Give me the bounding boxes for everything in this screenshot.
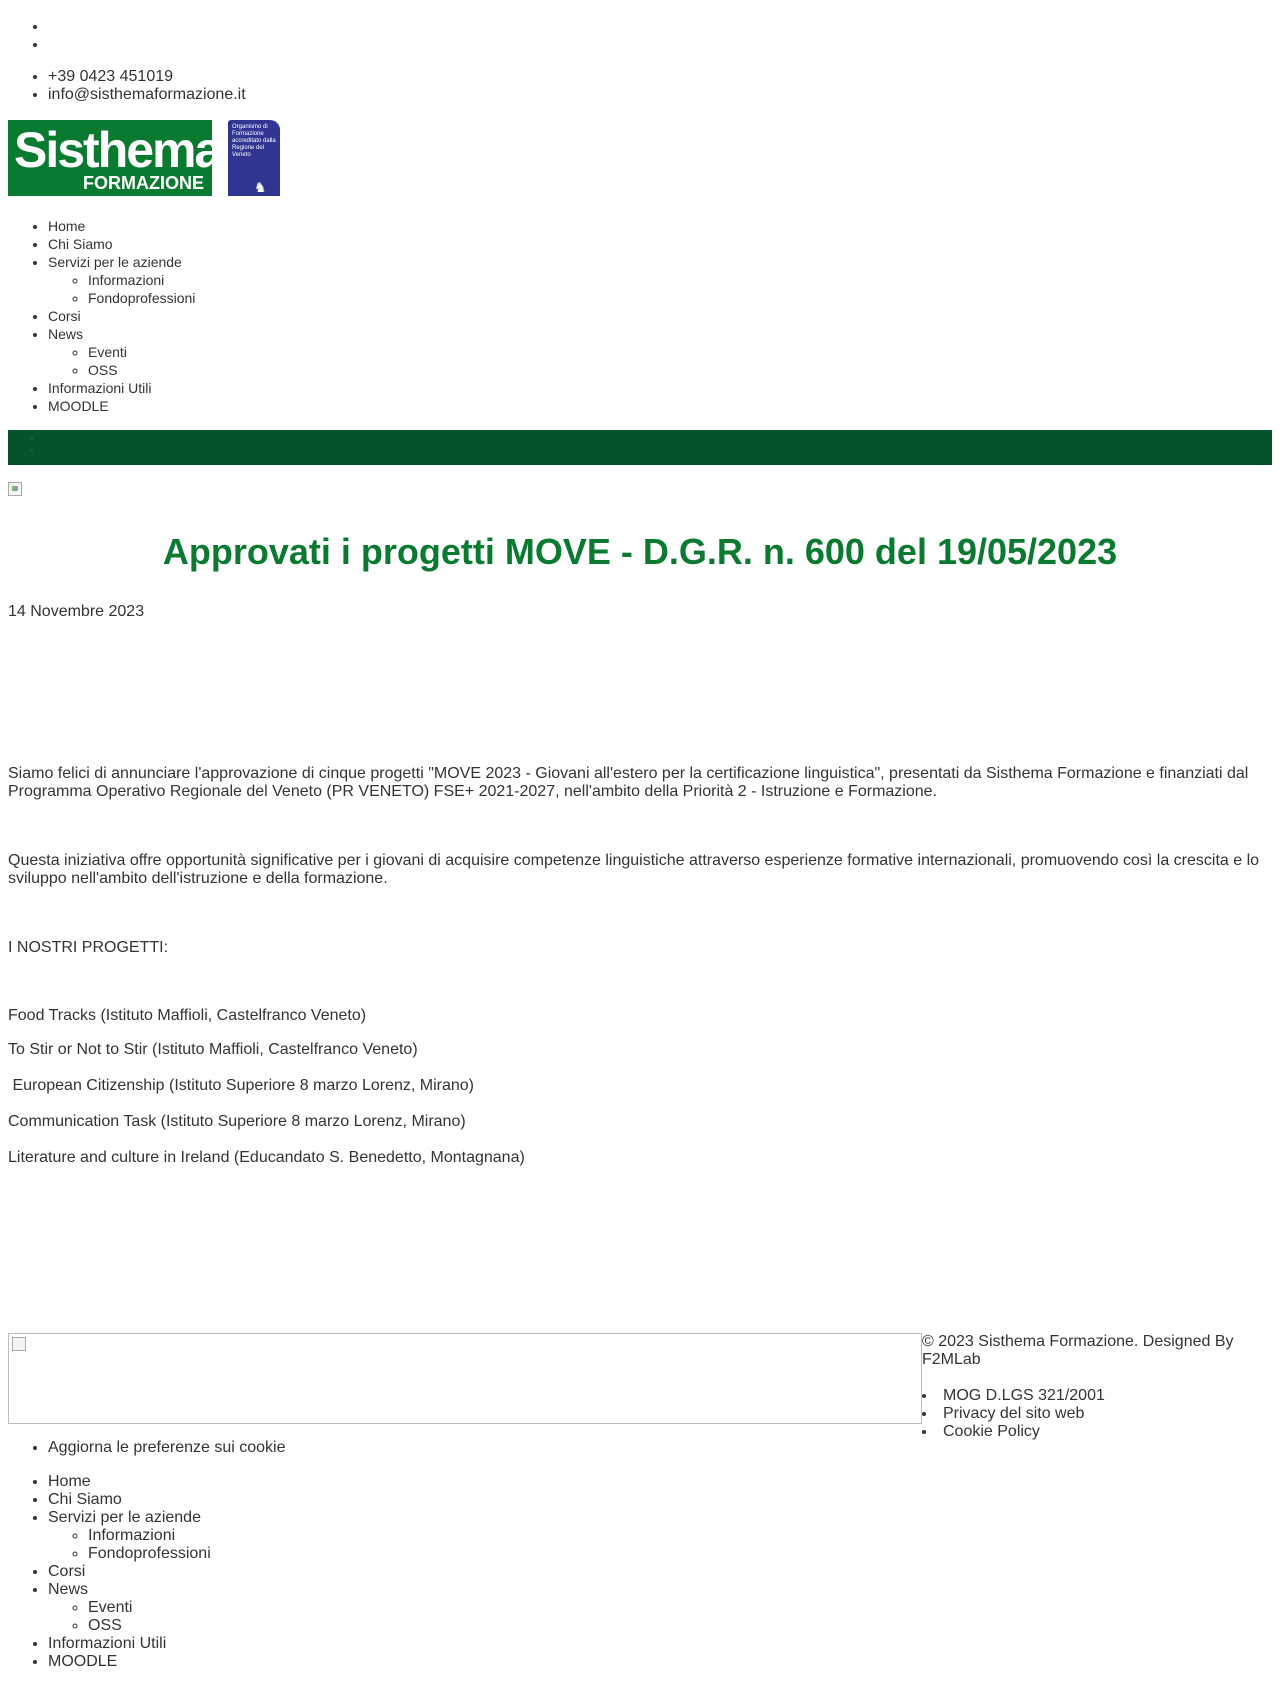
social-link-1[interactable] bbox=[48, 18, 448, 36]
logo-subtitle: FORMAZIONE bbox=[83, 173, 204, 193]
footer-nav-item-informazioni-utili[interactable]: Informazioni Utili bbox=[48, 1635, 548, 1653]
social-link-2[interactable] bbox=[48, 36, 448, 54]
nav-link-corsi[interactable]: Corsi bbox=[48, 308, 81, 324]
footer-nav-item-moodle[interactable]: MOODLE bbox=[48, 1653, 548, 1671]
nav-subitem-oss[interactable]: OSS bbox=[88, 361, 448, 379]
projects-heading: I NOSTRI PROGETTI: bbox=[8, 939, 169, 956]
nav-submenu-servizi: Informazioni Fondoprofessioni bbox=[48, 271, 448, 307]
page-title: Approvati i progetti MOVE - D.G.R. n. 60… bbox=[162, 531, 1118, 572]
project-item: Literature and culture in Ireland (Educa… bbox=[8, 1149, 525, 1166]
footer-link-informazioni-utili[interactable]: Informazioni Utili bbox=[48, 1635, 166, 1652]
contact-list: +39 0423 451019 info@sisthemaformazione.… bbox=[8, 68, 448, 104]
broken-image-icon bbox=[8, 482, 22, 496]
footer-submenu-servizi: Informazioni Fondoprofessioni bbox=[48, 1527, 548, 1563]
footer-link-servizi[interactable]: Servizi per le aziende bbox=[48, 1509, 201, 1526]
nav-link-eventi[interactable]: Eventi bbox=[88, 344, 127, 360]
main-nav: Home Chi Siamo Servizi per le aziende In… bbox=[8, 217, 448, 415]
legal-link-cookie[interactable]: Cookie Policy bbox=[922, 1423, 1262, 1441]
cookie-preferences-link[interactable]: Aggiorna le preferenze sui cookie bbox=[48, 1439, 548, 1457]
nav-subitem-eventi[interactable]: Eventi bbox=[88, 343, 448, 361]
footer-image bbox=[8, 1333, 922, 1424]
legal-link-privacy[interactable]: Privacy del sito web bbox=[922, 1405, 1262, 1423]
nav-link-servizi[interactable]: Servizi per le aziende bbox=[48, 254, 182, 270]
nav-item-corsi[interactable]: Corsi bbox=[48, 307, 448, 325]
footer-link-eventi[interactable]: Eventi bbox=[88, 1599, 132, 1616]
footer-subitem-fondoprofessioni[interactable]: Fondoprofessioni bbox=[88, 1545, 548, 1563]
nav-item-home[interactable]: Home bbox=[48, 217, 448, 235]
footer-link-corsi[interactable]: Corsi bbox=[48, 1563, 85, 1580]
accreditation-badge: Organismo di Formazione accreditato dall… bbox=[228, 120, 280, 196]
article-paragraph: Questa iniziativa offre opportunità sign… bbox=[8, 852, 1260, 887]
project-item: To Stir or Not to Stir (Istituto Maffiol… bbox=[8, 1041, 418, 1058]
footer-subitem-oss[interactable]: OSS bbox=[88, 1617, 548, 1635]
footer-subitem-eventi[interactable]: Eventi bbox=[88, 1599, 548, 1617]
footer-nav-item-corsi[interactable]: Corsi bbox=[48, 1563, 548, 1581]
nav-item-informazioni-utili[interactable]: Informazioni Utili bbox=[48, 379, 448, 397]
footer-nav-item-home[interactable]: Home bbox=[48, 1473, 548, 1491]
legal-link-mog[interactable]: MOG D.LGS 321/2001 bbox=[922, 1387, 1262, 1405]
footer-nav-item-chi-siamo[interactable]: Chi Siamo bbox=[48, 1491, 548, 1509]
footer-link-chi-siamo[interactable]: Chi Siamo bbox=[48, 1491, 122, 1508]
badge-text: Organismo di Formazione accreditato dall… bbox=[232, 124, 276, 158]
project-item: Communication Task (Istituto Superiore 8… bbox=[8, 1113, 466, 1130]
project-item: Food Tracks (Istituto Maffioli, Castelfr… bbox=[8, 1007, 367, 1024]
link-privacy[interactable]: Privacy del sito web bbox=[943, 1405, 1084, 1422]
broken-image-icon bbox=[12, 1337, 26, 1351]
article-paragraph: Siamo felici di annunciare l'approvazion… bbox=[8, 765, 1249, 800]
footer-link-news[interactable]: News bbox=[48, 1581, 88, 1598]
nav-link-informazioni[interactable]: Informazioni bbox=[88, 272, 164, 288]
nav-link-fondoprofessioni[interactable]: Fondoprofessioni bbox=[88, 290, 195, 306]
nav-item-chi-siamo[interactable]: Chi Siamo bbox=[48, 235, 448, 253]
footer-subitem-informazioni[interactable]: Informazioni bbox=[88, 1527, 548, 1545]
nav-link-chi-siamo[interactable]: Chi Siamo bbox=[48, 236, 113, 252]
footer-link-home[interactable]: Home bbox=[48, 1473, 91, 1490]
footer-nav-item-news[interactable]: News Eventi OSS bbox=[48, 1581, 548, 1635]
article-date: 14 Novembre 2023 bbox=[8, 603, 145, 620]
footer-link-moodle[interactable]: MOODLE bbox=[48, 1653, 117, 1670]
footer-link-oss[interactable]: OSS bbox=[88, 1617, 122, 1634]
nav-link-home[interactable]: Home bbox=[48, 218, 85, 234]
contact-email[interactable]: info@sisthemaformazione.it bbox=[48, 86, 448, 104]
legal-links: MOG D.LGS 321/2001 Privacy del sito web … bbox=[922, 1387, 1262, 1441]
footer-link-informazioni[interactable]: Informazioni bbox=[88, 1527, 175, 1544]
breadcrumb-bullets: • • bbox=[30, 434, 34, 457]
social-links-list bbox=[8, 18, 448, 54]
footer-nav: Home Chi Siamo Servizi per le aziende In… bbox=[8, 1473, 548, 1671]
logo-wordmark: Sisthema bbox=[14, 122, 222, 178]
page-banner: • • bbox=[8, 430, 1272, 465]
project-item: European Citizenship (Istituto Superiore… bbox=[8, 1077, 474, 1094]
nav-link-informazioni-utili[interactable]: Informazioni Utili bbox=[48, 380, 151, 396]
lion-icon: ♞ bbox=[254, 179, 267, 195]
nav-subitem-informazioni[interactable]: Informazioni bbox=[88, 271, 448, 289]
nav-item-news[interactable]: News Eventi OSS bbox=[48, 325, 448, 379]
copyright-text: © 2023 Sisthema Formazione. Designed By … bbox=[922, 1333, 1234, 1368]
contact-phone[interactable]: +39 0423 451019 bbox=[48, 68, 448, 86]
nav-link-moodle[interactable]: MOODLE bbox=[48, 398, 109, 414]
nav-submenu-news: Eventi OSS bbox=[48, 343, 448, 379]
nav-subitem-fondoprofessioni[interactable]: Fondoprofessioni bbox=[88, 289, 448, 307]
footer-link-fondoprofessioni[interactable]: Fondoprofessioni bbox=[88, 1545, 211, 1562]
cookie-preferences-list: Aggiorna le preferenze sui cookie bbox=[8, 1439, 548, 1457]
link-cookie-policy[interactable]: Cookie Policy bbox=[943, 1423, 1040, 1440]
footer-submenu-news: Eventi OSS bbox=[48, 1599, 548, 1635]
nav-item-moodle[interactable]: MOODLE bbox=[48, 397, 448, 415]
site-logo[interactable]: Sisthema FORMAZIONE bbox=[8, 120, 222, 196]
nav-link-news[interactable]: News bbox=[48, 326, 83, 342]
nav-item-servizi[interactable]: Servizi per le aziende Informazioni Fond… bbox=[48, 253, 448, 307]
footer-nav-item-servizi[interactable]: Servizi per le aziende Informazioni Fond… bbox=[48, 1509, 548, 1563]
nav-link-oss[interactable]: OSS bbox=[88, 362, 118, 378]
link-mog[interactable]: MOG D.LGS 321/2001 bbox=[943, 1387, 1105, 1404]
